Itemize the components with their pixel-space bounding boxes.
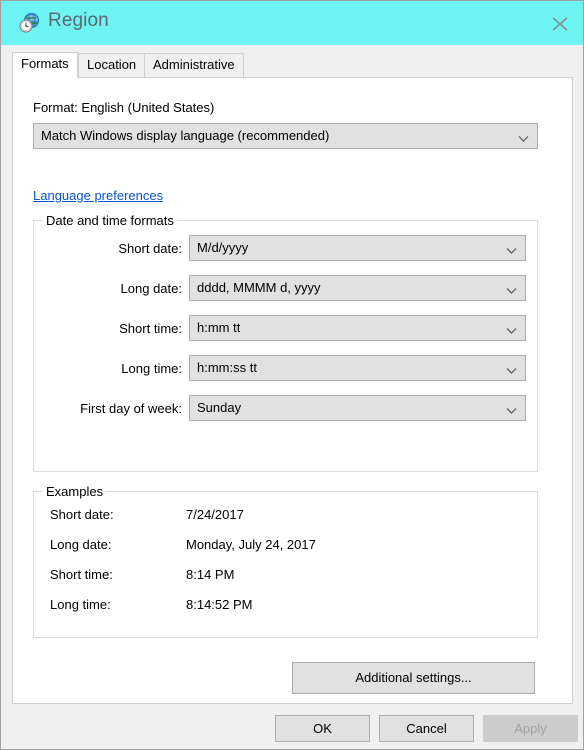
format-combo[interactable]: Match Windows display language (recommen… <box>33 123 538 149</box>
long-time-combo[interactable]: h:mm:ss tt <box>189 355 526 381</box>
long-time-label: Long time: <box>121 361 182 376</box>
example-long-time-label: Long time: <box>50 597 111 612</box>
window-title: Region <box>48 10 109 31</box>
long-date-label: Long date: <box>120 281 182 296</box>
chevron-down-icon <box>506 364 517 378</box>
short-date-combo-value: M/d/yyyy <box>197 240 249 255</box>
first-day-of-week-label: First day of week: <box>80 401 182 416</box>
tab-location[interactable]: Location <box>78 53 146 77</box>
tab-formats[interactable]: Formats <box>12 52 78 78</box>
example-short-date-value: 7/24/2017 <box>186 507 244 522</box>
chevron-down-icon <box>518 132 529 146</box>
example-short-time-label: Short time: <box>50 567 113 582</box>
first-day-of-week-combo[interactable]: Sunday <box>189 395 526 421</box>
formats-tab-page: Format: English (United States) Match Wi… <box>12 77 573 704</box>
tab-formats-label: Formats <box>21 56 69 71</box>
tab-administrative[interactable]: Administrative <box>144 53 244 77</box>
example-short-date-label: Short date: <box>50 507 114 522</box>
long-date-combo[interactable]: dddd, MMMM d, yyyy <box>189 275 526 301</box>
chevron-down-icon <box>506 404 517 418</box>
chevron-down-icon <box>506 244 517 258</box>
short-time-combo[interactable]: h:mm tt <box>189 315 526 341</box>
chevron-down-icon <box>506 324 517 338</box>
ok-button[interactable]: OK <box>275 715 370 742</box>
example-long-date-label: Long date: <box>50 537 112 552</box>
apply-button: Apply <box>483 715 578 742</box>
first-day-of-week-combo-value: Sunday <box>197 400 242 415</box>
chevron-down-icon <box>506 284 517 298</box>
date-time-formats-group-title: Date and time formats <box>43 213 177 228</box>
example-short-time-value: 8:14 PM <box>186 567 235 582</box>
example-long-time-value: 8:14:52 PM <box>186 597 253 612</box>
region-globe-clock-icon <box>19 12 41 34</box>
date-time-formats-group: Date and time formats Short date: M/d/yy… <box>33 213 538 472</box>
short-time-label: Short time: <box>119 321 182 336</box>
language-preferences-link[interactable]: Language preferences <box>33 188 163 203</box>
tab-location-label: Location <box>87 57 137 72</box>
region-dialog-window: Region Formats Location Administrative F… <box>0 0 584 750</box>
examples-group-title: Examples <box>43 484 107 499</box>
short-time-combo-value: h:mm tt <box>197 320 241 335</box>
format-combo-value: Match Windows display language (recommen… <box>41 128 330 143</box>
additional-settings-button[interactable]: Additional settings... <box>292 662 535 694</box>
examples-group: Examples Short date: 7/24/2017 Long date… <box>33 484 538 638</box>
short-date-combo[interactable]: M/d/yyyy <box>189 235 526 261</box>
long-date-combo-value: dddd, MMMM d, yyyy <box>197 280 321 295</box>
close-icon <box>552 17 568 31</box>
format-label: Format: English (United States) <box>33 100 215 115</box>
title-bar: Region <box>1 1 583 45</box>
tab-administrative-label: Administrative <box>153 57 235 72</box>
cancel-button[interactable]: Cancel <box>379 715 474 742</box>
example-long-date-value: Monday, July 24, 2017 <box>186 537 316 552</box>
short-date-label: Short date: <box>118 241 182 256</box>
long-time-combo-value: h:mm:ss tt <box>197 360 257 375</box>
close-button[interactable] <box>537 1 583 45</box>
